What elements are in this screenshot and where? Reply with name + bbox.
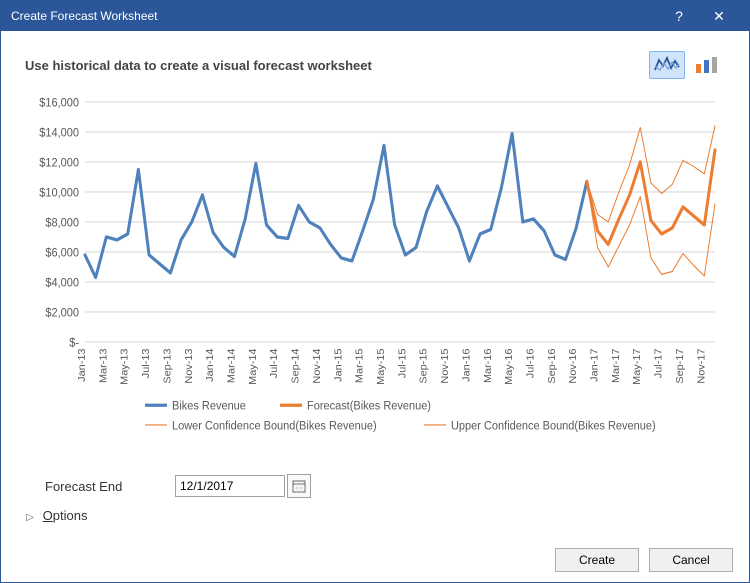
svg-text:Nov-16: Nov-16: [569, 348, 580, 383]
dialog-footer: Create Cancel: [1, 537, 749, 582]
svg-text:Forecast(Bikes Revenue): Forecast(Bikes Revenue): [307, 400, 431, 413]
chart-type-switcher: [649, 51, 725, 79]
options-rest: ptions: [53, 508, 88, 523]
svg-text:Mar-16: Mar-16: [483, 348, 494, 383]
svg-text:$2,000: $2,000: [45, 307, 79, 320]
svg-text:May-13: May-13: [120, 348, 131, 385]
forecast-end-row: Forecast End: [25, 474, 725, 498]
svg-text:Jul-13: Jul-13: [141, 348, 152, 378]
options-toggle[interactable]: ▷ Options: [25, 508, 725, 523]
svg-text:Sep-17: Sep-17: [675, 348, 686, 383]
svg-text:Jul-14: Jul-14: [270, 348, 281, 378]
options-underline: O: [43, 508, 53, 523]
forecast-end-input[interactable]: [175, 475, 285, 497]
svg-text:May-14: May-14: [248, 348, 259, 385]
svg-text:$16,000: $16,000: [39, 97, 79, 110]
svg-text:Nov-14: Nov-14: [312, 348, 323, 383]
svg-text:Mar-13: Mar-13: [99, 348, 110, 383]
line-chart-icon: [654, 56, 680, 74]
bar-chart-icon: [694, 56, 720, 74]
svg-text:$14,000: $14,000: [39, 127, 79, 140]
svg-text:$10,000: $10,000: [39, 187, 79, 200]
svg-text:Sep-15: Sep-15: [419, 348, 430, 383]
svg-text:May-15: May-15: [376, 348, 387, 385]
forecast-end-label: Forecast End: [25, 479, 175, 494]
svg-text:May-16: May-16: [504, 348, 515, 385]
svg-text:Jan-17: Jan-17: [590, 348, 601, 382]
svg-text:$6,000: $6,000: [45, 247, 79, 260]
forecast-chart: $-$2,000$4,000$6,000$8,000$10,000$12,000…: [25, 91, 725, 462]
forecast-dialog: Create Forecast Worksheet ? ✕ Use histor…: [0, 0, 750, 583]
svg-text:Jul-16: Jul-16: [526, 348, 537, 378]
line-chart-type-button[interactable]: [649, 51, 685, 79]
svg-text:May-17: May-17: [633, 348, 644, 385]
svg-text:Nov-17: Nov-17: [697, 348, 708, 383]
dialog-title: Create Forecast Worksheet: [11, 9, 659, 23]
titlebar: Create Forecast Worksheet ? ✕: [1, 1, 749, 31]
svg-text:Jul-17: Jul-17: [654, 348, 665, 378]
svg-text:$12,000: $12,000: [39, 157, 79, 170]
dialog-body: Use historical data to create a visual f…: [1, 31, 749, 537]
instruction-text: Use historical data to create a visual f…: [25, 58, 649, 73]
svg-text:Mar-17: Mar-17: [611, 348, 622, 383]
date-picker-button[interactable]: [287, 474, 311, 498]
svg-text:Bikes Revenue: Bikes Revenue: [172, 400, 246, 413]
svg-text:Mar-14: Mar-14: [227, 348, 238, 383]
svg-text:$4,000: $4,000: [45, 277, 79, 290]
svg-text:Jul-15: Jul-15: [398, 348, 409, 378]
svg-text:Jan-15: Jan-15: [334, 348, 345, 382]
svg-text:Jan-13: Jan-13: [77, 348, 88, 382]
create-button[interactable]: Create: [555, 548, 639, 572]
bar-chart-type-button[interactable]: [689, 51, 725, 79]
svg-text:Mar-15: Mar-15: [355, 348, 366, 383]
svg-text:Nov-13: Nov-13: [184, 348, 195, 383]
svg-text:Nov-15: Nov-15: [440, 348, 451, 383]
calendar-icon: [292, 479, 306, 493]
svg-text:Sep-16: Sep-16: [547, 348, 558, 383]
help-button[interactable]: ?: [659, 1, 699, 31]
svg-text:Lower Confidence Bound(Bikes R: Lower Confidence Bound(Bikes Revenue): [172, 420, 377, 433]
svg-text:$8,000: $8,000: [45, 217, 79, 230]
svg-text:Jan-16: Jan-16: [462, 348, 473, 382]
cancel-button[interactable]: Cancel: [649, 548, 733, 572]
svg-text:Jan-14: Jan-14: [205, 348, 216, 382]
svg-text:Sep-13: Sep-13: [163, 348, 174, 383]
close-button[interactable]: ✕: [699, 1, 739, 31]
svg-text:Sep-14: Sep-14: [291, 348, 302, 383]
svg-text:Upper Confidence Bound(Bikes R: Upper Confidence Bound(Bikes Revenue): [451, 420, 656, 433]
expand-icon: ▷: [25, 512, 35, 523]
